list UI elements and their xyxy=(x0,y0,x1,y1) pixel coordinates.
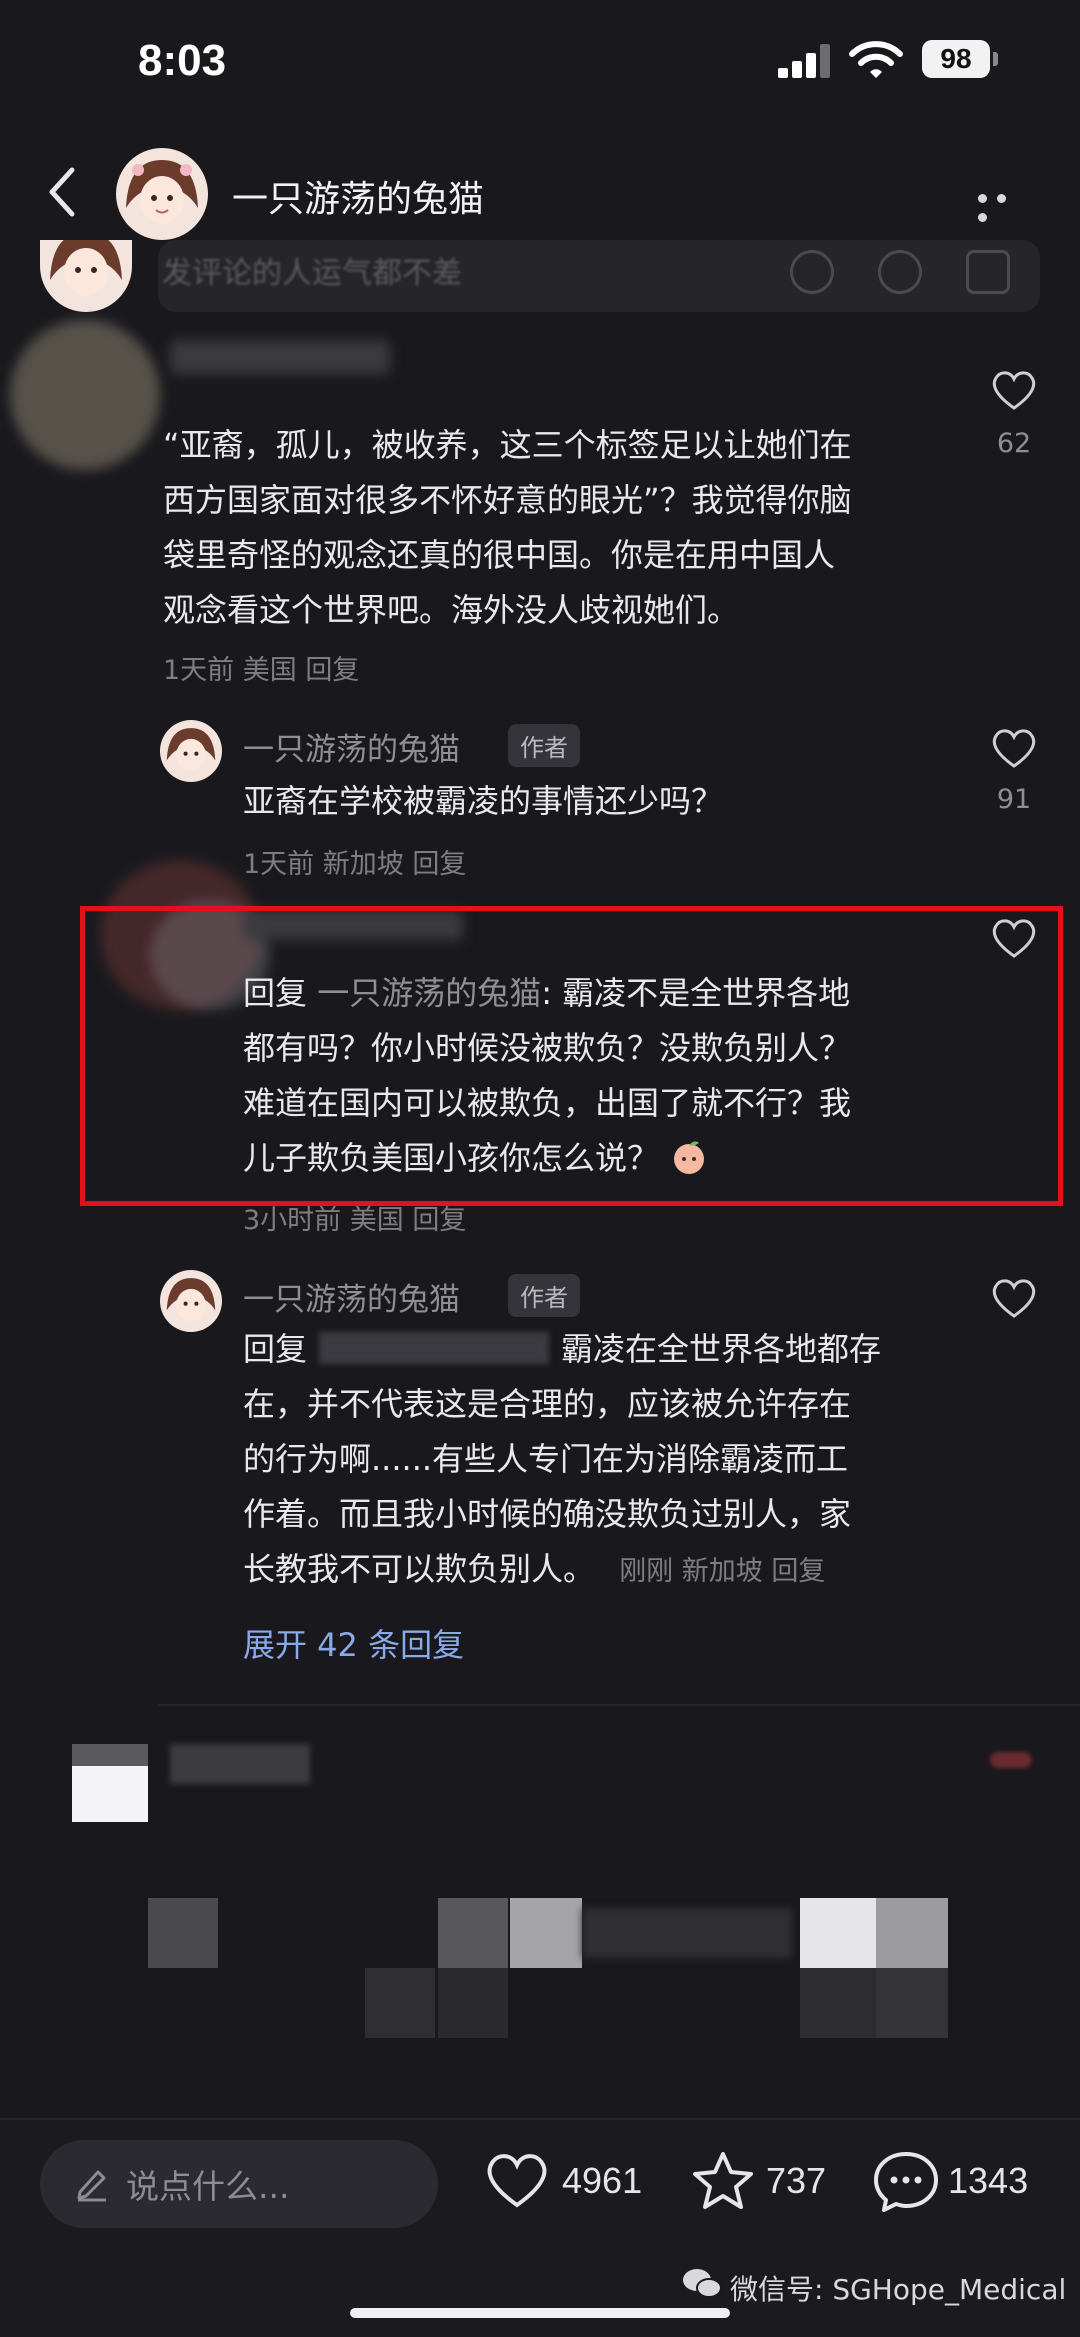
mosaic-block xyxy=(876,1968,948,2038)
like-heart-icon[interactable] xyxy=(484,2150,550,2210)
reply3-line: 作着。而且我小时候的确没欺负过别人，家 xyxy=(243,1495,852,1533)
reply1-text: 亚裔在学校被霸凌的事情还少吗？ xyxy=(243,782,724,820)
comment-count: 1343 xyxy=(948,2160,1029,2201)
home-indicator[interactable] xyxy=(350,2308,730,2318)
comment-line: 观念看这个世界吧。海外没人歧视她们。 xyxy=(163,591,740,629)
divider xyxy=(158,1704,1080,1706)
heart-icon[interactable] xyxy=(990,1276,1038,1320)
mosaic-block xyxy=(582,1908,792,1958)
reply3-avatar[interactable] xyxy=(160,1270,222,1332)
mosaic-block xyxy=(365,1968,435,2038)
pencil-icon xyxy=(77,2170,106,2202)
reply2-line: 都有吗？你小时候没被欺负？没欺负别人？ xyxy=(243,1029,852,1067)
status-time: 8:03 xyxy=(138,36,227,85)
watermark: 微信号: SGHope_Medical xyxy=(730,2273,1067,2306)
star-icon[interactable] xyxy=(690,2150,756,2212)
reply2-meta[interactable]: 3小时前 美国 回复 xyxy=(243,1198,466,1237)
screen: 8:03 98 一只游荡的兔猫 发评论的人运气都不差 “亚裔，孤儿，被收养，这三… xyxy=(0,0,1080,2337)
reply1-author-badge: 作者 xyxy=(508,724,580,767)
mosaic-block xyxy=(438,1898,508,1968)
emoji-icon[interactable] xyxy=(878,250,922,294)
header-avatar[interactable] xyxy=(116,148,208,240)
comment-main-likes: 62 xyxy=(996,428,1032,459)
battery-indicator: 98 xyxy=(922,40,990,78)
reply3-meta[interactable]: 刚刚 新加坡 回复 xyxy=(619,1556,825,1587)
image-icon[interactable] xyxy=(966,250,1010,294)
reply1-meta[interactable]: 1天前 新加坡 回复 xyxy=(243,842,466,881)
reply3-line: 的行为啊......有些人专门在为消除霸凌而工 xyxy=(243,1440,849,1478)
mosaic-block xyxy=(148,1898,218,1968)
mosaic-block xyxy=(800,1968,876,2038)
mosaic-block xyxy=(800,1898,876,1968)
comment-line: 西方国家面对很多不怀好意的眼光”？我觉得你脑 xyxy=(163,481,852,519)
comment-main-meta[interactable]: 1天前 美国 回复 xyxy=(163,648,359,687)
heart-icon[interactable] xyxy=(990,726,1038,770)
reply3-line: 长教我不可以欺负别人。 xyxy=(243,1550,596,1588)
reply2-line: 难道在国内可以被欺负，出国了就不行？我 xyxy=(243,1084,852,1122)
mosaic-block xyxy=(990,1752,1032,1768)
mosaic-block xyxy=(510,1898,582,1968)
more-options-icon[interactable] xyxy=(978,188,1034,222)
compose-hint: 发评论的人运气都不差 xyxy=(162,256,462,291)
favorite-count: 737 xyxy=(766,2160,827,2201)
mosaic-block xyxy=(438,1968,508,2038)
reply2-line: : 霸凌不是全世界各地 xyxy=(541,974,851,1012)
wechat-icon xyxy=(683,2269,722,2298)
like-count: 4961 xyxy=(562,2160,643,2201)
reply3-text: 回复 霸凌在全世界各地都存 在，并不代表这是合理的，应该被允许存在 的行为啊...… xyxy=(243,1322,1043,1599)
compose-comment-field[interactable]: 发评论的人运气都不差 xyxy=(158,240,1040,312)
reply2-text: 回复 一只游荡的兔猫: 霸凌不是全世界各地 都有吗？你小时候没被欺负？没欺负别人… xyxy=(243,966,1023,1186)
reply2-line: 儿子欺负美国小孩你怎么说？ xyxy=(243,1139,660,1177)
wifi-icon xyxy=(849,41,903,78)
mosaic-block xyxy=(170,1744,310,1784)
reply2-prefix: 回复 xyxy=(243,974,308,1012)
reply3-prefix: 回复 xyxy=(243,1330,308,1368)
heart-icon[interactable] xyxy=(990,368,1038,412)
comment-input-placeholder: 说点什么... xyxy=(126,2167,290,2206)
comment-input[interactable]: 说点什么... xyxy=(40,2140,438,2228)
at-mention-icon[interactable] xyxy=(790,250,834,294)
mosaic-block xyxy=(876,1898,948,1968)
reply3-author-badge: 作者 xyxy=(508,1274,580,1317)
mosaic-block xyxy=(72,1744,148,1766)
reply2-target[interactable]: 一只游荡的兔猫 xyxy=(317,974,541,1012)
reply1-avatar[interactable] xyxy=(160,720,222,782)
top-header: 一只游荡的兔猫 xyxy=(0,140,1080,250)
reply3-line: 霸凌在全世界各地都存 xyxy=(561,1330,882,1368)
reply3-line: 在，并不代表这是合理的，应该被允许存在 xyxy=(243,1385,852,1423)
blurred-avatar xyxy=(10,320,160,470)
blurred-target xyxy=(319,1332,550,1364)
blurred-name xyxy=(170,340,390,374)
battery-tip xyxy=(993,52,998,66)
comment-line: “亚裔，孤儿，被收养，这三个标签足以让她们在 xyxy=(163,426,852,464)
signal-icon xyxy=(778,44,830,78)
back-chevron-icon[interactable] xyxy=(40,164,90,220)
compose-avatar xyxy=(40,240,132,312)
header-title: 一只游荡的兔猫 xyxy=(232,179,485,220)
status-bar: 8:03 98 xyxy=(0,0,1080,130)
comment-line: 袋里奇怪的观念还真的很中国。你是在用中国人 xyxy=(163,536,836,574)
heart-icon[interactable] xyxy=(990,916,1038,960)
comment-bubble-icon[interactable] xyxy=(872,2150,940,2214)
reply1-likes: 91 xyxy=(996,784,1032,815)
reply3-username[interactable]: 一只游荡的兔猫 xyxy=(243,1274,460,1319)
reply1-username[interactable]: 一只游荡的兔猫 xyxy=(243,724,460,769)
comment-main-text: “亚裔，孤儿，被收养，这三个标签足以让她们在 西方国家面对很多不怀好意的眼光”？… xyxy=(163,418,963,638)
expand-replies-link[interactable]: 展开 42 条回复 xyxy=(243,1620,464,1666)
peach-emoji-icon xyxy=(674,1141,705,1174)
